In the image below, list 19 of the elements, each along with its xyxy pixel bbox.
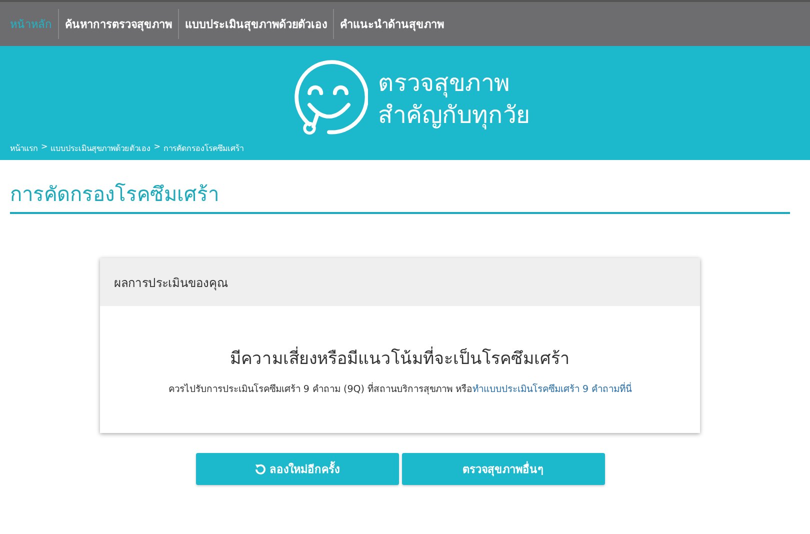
- breadcrumb-link[interactable]: หน้าแรก: [10, 142, 38, 155]
- breadcrumb-link[interactable]: แบบประเมินสุขภาพด้วยตัวเอง: [50, 142, 151, 155]
- assessment-link[interactable]: ทำแบบประเมินโรคซึมเศร้า 9 คำถามที่นี่: [472, 384, 632, 394]
- breadcrumb-separator: >: [41, 142, 48, 153]
- nav-link[interactable]: แบบประเมินสุขภาพด้วยตัวเอง: [179, 15, 333, 33]
- action-button[interactable]: ตรวจสุขภาพอื่นๆ: [402, 453, 604, 485]
- nav-link[interactable]: ค้นหาการตรวจสุขภาพ: [59, 15, 178, 33]
- page-title: การคัดกรองโรคซึมเศร้า: [10, 178, 790, 214]
- retry-icon: [254, 464, 266, 474]
- result-text: มีความเสี่ยงหรือมีแนวโน้มที่จะเป็นโรคซึมเศร้า: [230, 346, 570, 370]
- breadcrumb-separator: >: [154, 142, 160, 153]
- card-header-text: ผลการประเมินของคุณ: [114, 274, 228, 292]
- action-button[interactable]: ลองใหม่อีกครั้ง: [196, 453, 398, 485]
- nav-link[interactable]: หน้าหลัก: [4, 15, 58, 33]
- advice-text: ควรไปรับการประเมินโรคซึมเศร้า 9 คำถาม (9Q) ที่สถานบริการสุขภาพ หรือ: [168, 384, 472, 394]
- breadcrumb-link[interactable]: การคัดกรองโรคซึมเศร้า: [163, 142, 244, 155]
- nav-link[interactable]: คำแนะนำด้านสุขภาพ: [334, 15, 450, 33]
- logo-title: ตรวจสุขภาพ: [378, 68, 511, 99]
- logo-tagline: สำคัญกับทุกวัย: [378, 100, 530, 131]
